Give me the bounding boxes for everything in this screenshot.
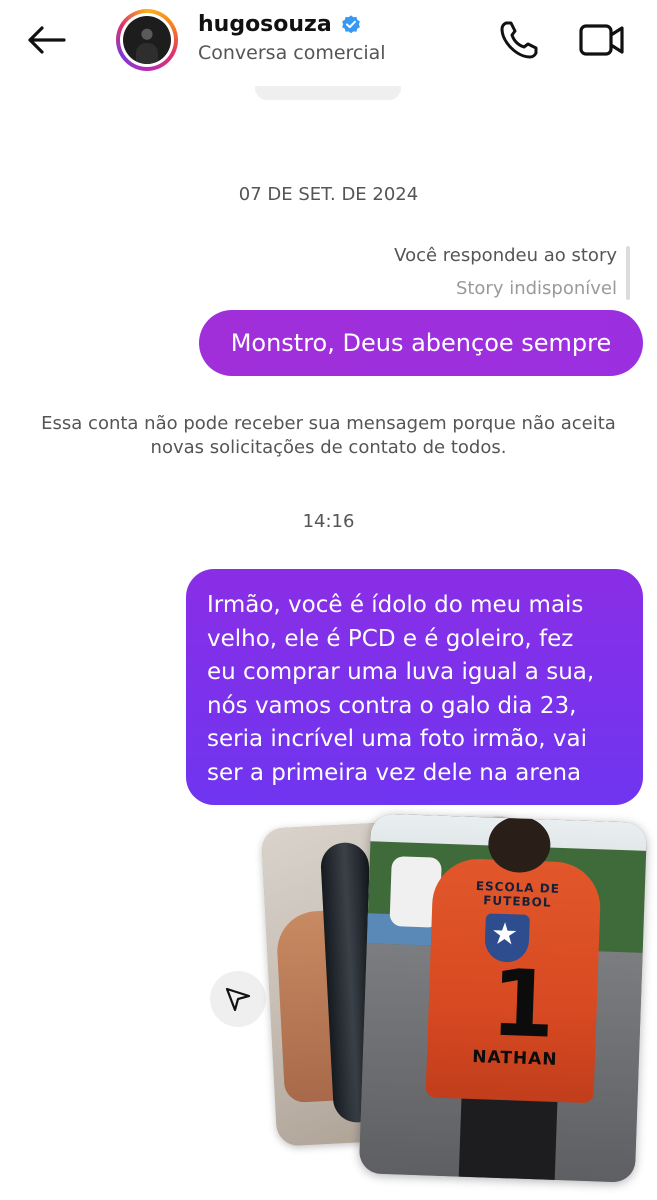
dm-thread-screen: hugosouza Conversa comercial 07 DE SET. … xyxy=(0,0,657,1200)
message-line: eu comprar uma luva igual a sua, xyxy=(207,659,595,685)
share-button[interactable] xyxy=(210,971,266,1027)
verified-badge-icon xyxy=(341,14,360,33)
time-separator: 14:16 xyxy=(302,511,355,532)
message-line: seria incrível uma foto irmão, vai xyxy=(207,726,587,752)
story-reply-label: Você respondeu ao story xyxy=(394,245,617,266)
video-camera-icon xyxy=(579,24,624,56)
message-text: Monstro, Deus abençoe sempre xyxy=(230,329,612,357)
arrow-left-icon xyxy=(28,26,66,54)
jersey-number: 1 xyxy=(488,949,557,1059)
delivery-notice: Essa conta não pode receber sua mensagem… xyxy=(41,413,616,458)
photo-jersey[interactable]: ESCOLA DE FUTEBOL ★ 1 NATHAN xyxy=(358,813,648,1183)
back-button[interactable] xyxy=(22,20,70,60)
story-reply-status[interactable]: Story indisponível xyxy=(456,278,617,299)
username: hugosouza xyxy=(198,12,332,37)
chat-header: hugosouza Conversa comercial xyxy=(0,0,657,86)
previous-message-edge xyxy=(255,86,401,100)
message-line: nós vamos contra o galo dia 23, xyxy=(207,692,577,719)
star-icon: ★ xyxy=(490,916,519,953)
date-separator: 07 DE SET. DE 2024 xyxy=(238,184,419,205)
message-line: ser a primeira vez dele na arena xyxy=(207,759,582,786)
message-line: velho, ele é PCD e é goleiro, fez xyxy=(207,625,574,652)
audio-call-button[interactable] xyxy=(497,18,541,62)
account-type-subtitle: Conversa comercial xyxy=(198,42,386,64)
avatar-photo xyxy=(123,16,171,64)
message-line: Irmão, você é ídolo do meu mais xyxy=(207,592,584,618)
avatar[interactable] xyxy=(116,9,178,71)
jersey-crest-text: ESCOLA DE FUTEBOL xyxy=(475,878,561,910)
sent-message-bubble[interactable]: Monstro, Deus abençoe sempre xyxy=(199,310,643,376)
phone-icon xyxy=(500,21,538,59)
profile-name-row[interactable]: hugosouza xyxy=(198,12,362,37)
send-paper-plane-icon xyxy=(225,987,251,1012)
story-reply-bar xyxy=(626,246,630,300)
jersey-name: NATHAN xyxy=(471,1046,558,1070)
video-call-button[interactable] xyxy=(576,18,628,62)
sent-message-bubble[interactable]: Irmão, você é ídolo do meu mais velho, e… xyxy=(186,569,643,805)
